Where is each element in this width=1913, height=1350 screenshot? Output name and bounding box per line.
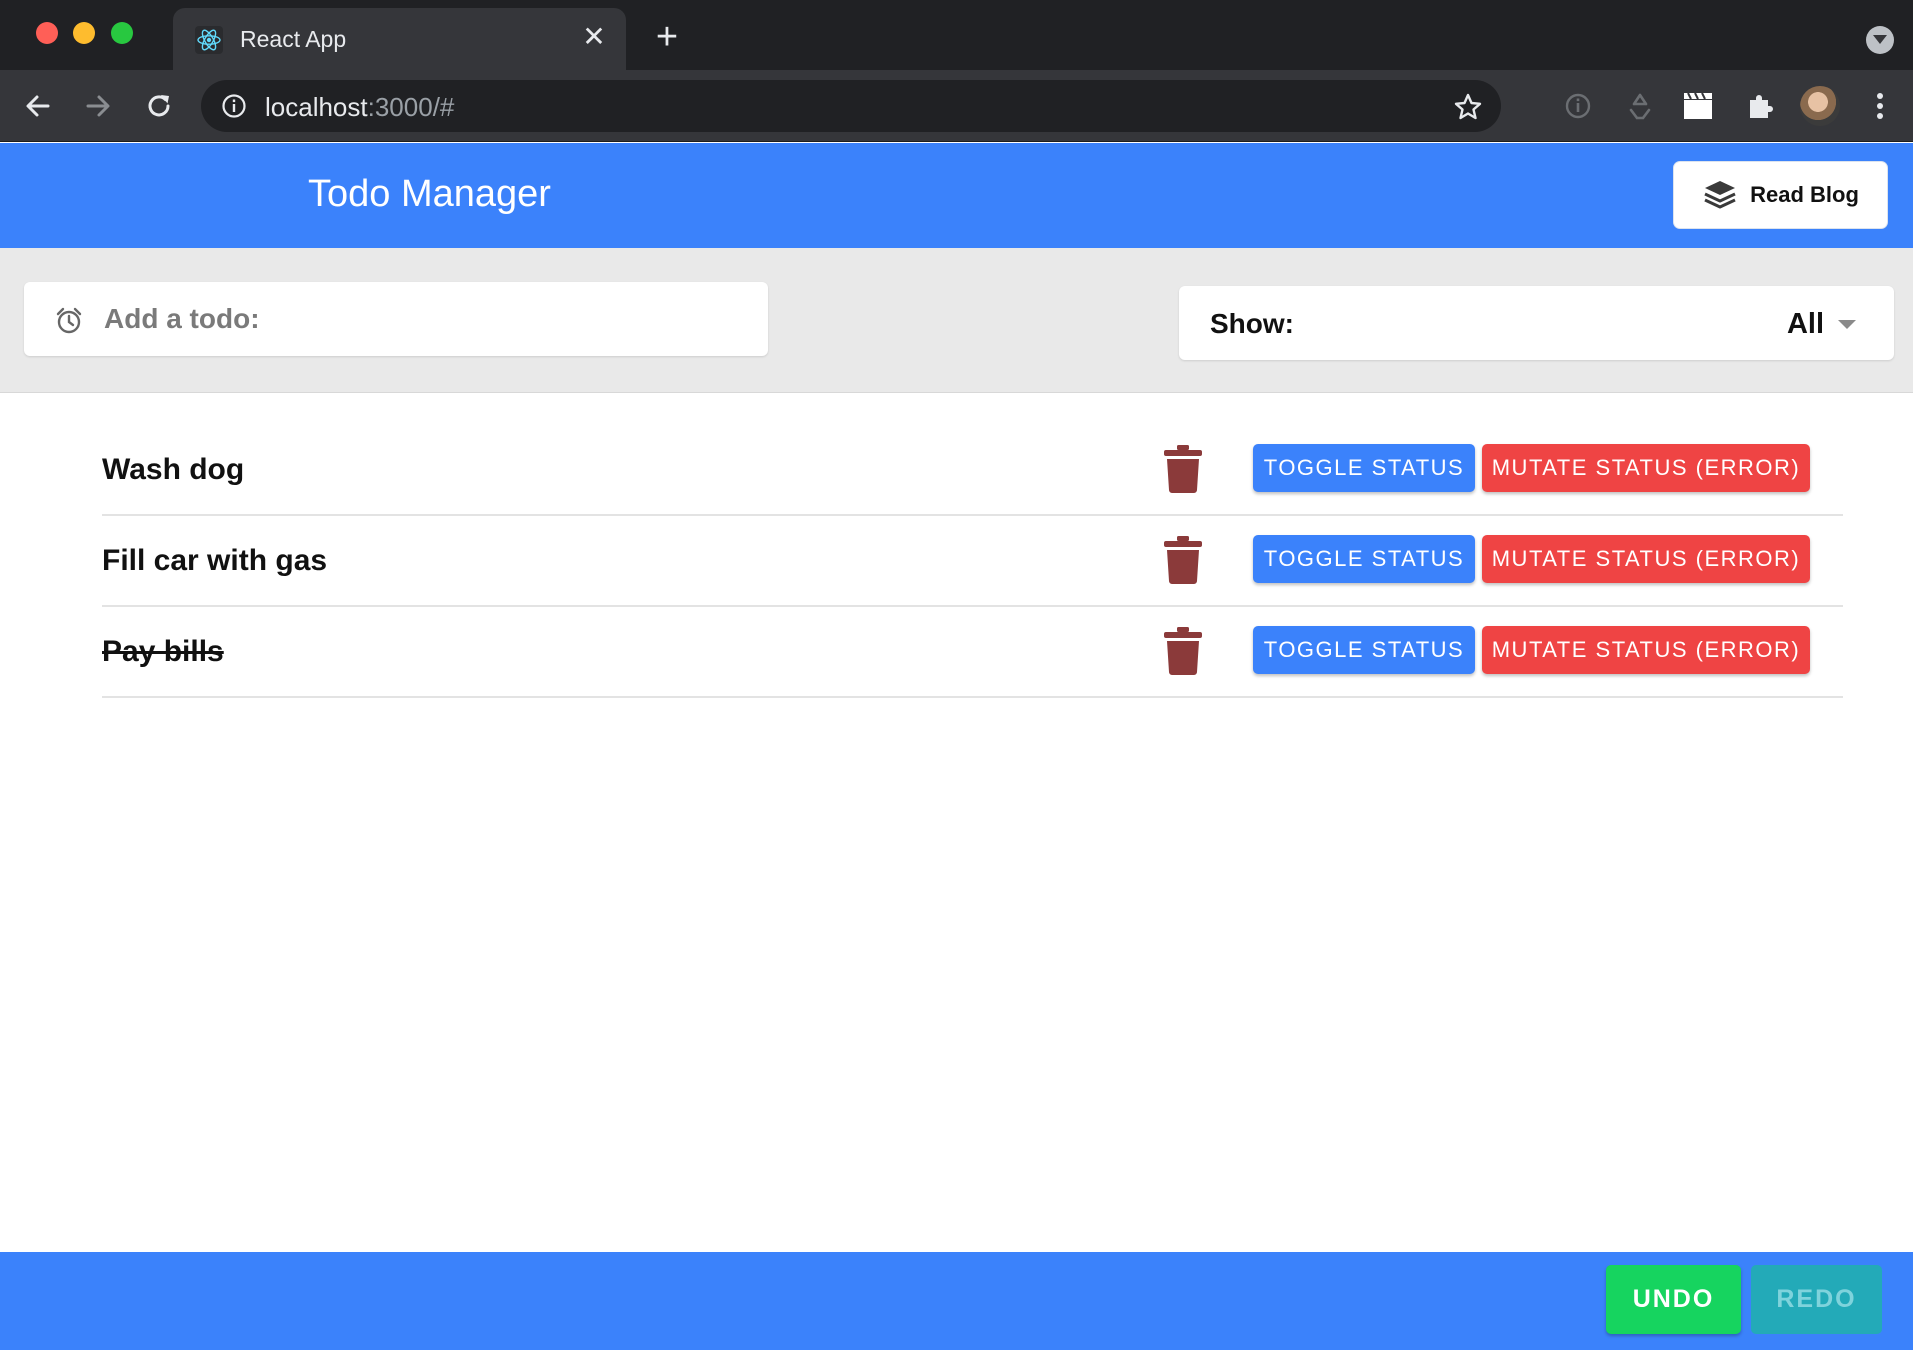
browser-toolbar: localhost:3000/#	[0, 70, 1913, 142]
show-filter-value: All	[1786, 308, 1824, 340]
url-host: localhost	[265, 92, 368, 122]
todo-text: Fill car with gas	[102, 544, 328, 577]
window-zoom-button[interactable]	[111, 22, 133, 44]
mutate-status-button[interactable]: MUTATE STATUS (ERROR)	[1482, 444, 1810, 492]
extension-icon	[1565, 93, 1591, 119]
toggle-status-button[interactable]: TOGGLE STATUS	[1253, 444, 1475, 492]
forward-button[interactable]	[76, 84, 120, 128]
chevron-down-icon	[1873, 35, 1887, 44]
kebab-menu-icon	[1877, 93, 1883, 119]
redo-button[interactable]: REDO	[1751, 1265, 1882, 1334]
window-close-button[interactable]	[36, 22, 58, 44]
extension-info-button[interactable]	[1560, 88, 1596, 124]
extension-recycle-button[interactable]	[1622, 88, 1658, 124]
new-tab-button[interactable]: +	[650, 18, 684, 56]
layers-icon	[1704, 181, 1736, 209]
clapperboard-icon	[1684, 92, 1712, 119]
back-button[interactable]	[16, 84, 60, 128]
info-icon[interactable]	[221, 93, 247, 119]
add-todo-box	[24, 282, 768, 356]
tab-search-button[interactable]	[1866, 26, 1894, 54]
trash-icon[interactable]	[1164, 445, 1202, 493]
todo-list: Wash dog TOGGLE STATUS MUTATE STATUS (ER…	[102, 425, 1843, 698]
app-header: Todo Manager Read Blog	[0, 143, 1913, 248]
window-minimize-button[interactable]	[73, 22, 95, 44]
trash-icon[interactable]	[1164, 536, 1202, 584]
back-arrow-icon	[26, 95, 50, 117]
alarm-clock-icon	[56, 307, 82, 334]
profile-avatar[interactable]	[1800, 86, 1840, 126]
reload-icon	[148, 95, 170, 117]
trash-icon[interactable]	[1164, 627, 1202, 675]
tab-title: React App	[240, 26, 347, 52]
footer-bar: UNDO REDO	[0, 1252, 1913, 1350]
url-path: :3000/#	[367, 92, 455, 122]
undo-button[interactable]: UNDO	[1606, 1265, 1741, 1334]
extensions-button[interactable]	[1742, 88, 1778, 124]
extension-clapper-button[interactable]	[1680, 88, 1716, 124]
browser-tab-bar: React App ✕ +	[0, 0, 1913, 70]
reload-button[interactable]	[137, 84, 181, 128]
read-blog-label: Read Blog	[1750, 182, 1859, 207]
add-todo-input[interactable]	[104, 296, 744, 342]
tab-close-icon[interactable]: ✕	[579, 22, 609, 52]
toggle-status-button[interactable]: TOGGLE STATUS	[1253, 626, 1475, 674]
url-text: localhost:3000/#	[265, 92, 454, 123]
mutate-status-button[interactable]: MUTATE STATUS (ERROR)	[1482, 626, 1810, 674]
puzzle-icon	[1750, 95, 1773, 118]
page-title: Todo Manager	[308, 173, 551, 215]
toggle-status-button[interactable]: TOGGLE STATUS	[1253, 535, 1475, 583]
recycle-icon	[1629, 93, 1651, 120]
star-icon[interactable]	[1453, 92, 1483, 122]
read-blog-button[interactable]: Read Blog	[1673, 161, 1888, 229]
react-favicon-icon	[195, 26, 223, 54]
show-filter-label: Show:	[1210, 308, 1294, 339]
todo-text: Wash dog	[102, 453, 245, 486]
todo-item: Wash dog TOGGLE STATUS MUTATE STATUS (ER…	[102, 425, 1843, 516]
mutate-status-button[interactable]: MUTATE STATUS (ERROR)	[1482, 535, 1810, 583]
todo-text-completed: Pay bills	[102, 635, 224, 668]
controls-bar: Show: All	[0, 248, 1913, 393]
dropdown-caret-icon	[1838, 320, 1856, 329]
forward-arrow-icon	[86, 95, 110, 117]
browser-menu-button[interactable]	[1862, 88, 1898, 124]
todo-item: Fill car with gas TOGGLE STATUS MUTATE S…	[102, 516, 1843, 607]
show-filter-select[interactable]: Show: All	[1179, 286, 1894, 360]
todo-item: Pay bills TOGGLE STATUS MUTATE STATUS (E…	[102, 607, 1843, 698]
address-bar[interactable]: localhost:3000/#	[201, 80, 1501, 132]
browser-tab-active[interactable]: React App ✕	[173, 8, 626, 70]
